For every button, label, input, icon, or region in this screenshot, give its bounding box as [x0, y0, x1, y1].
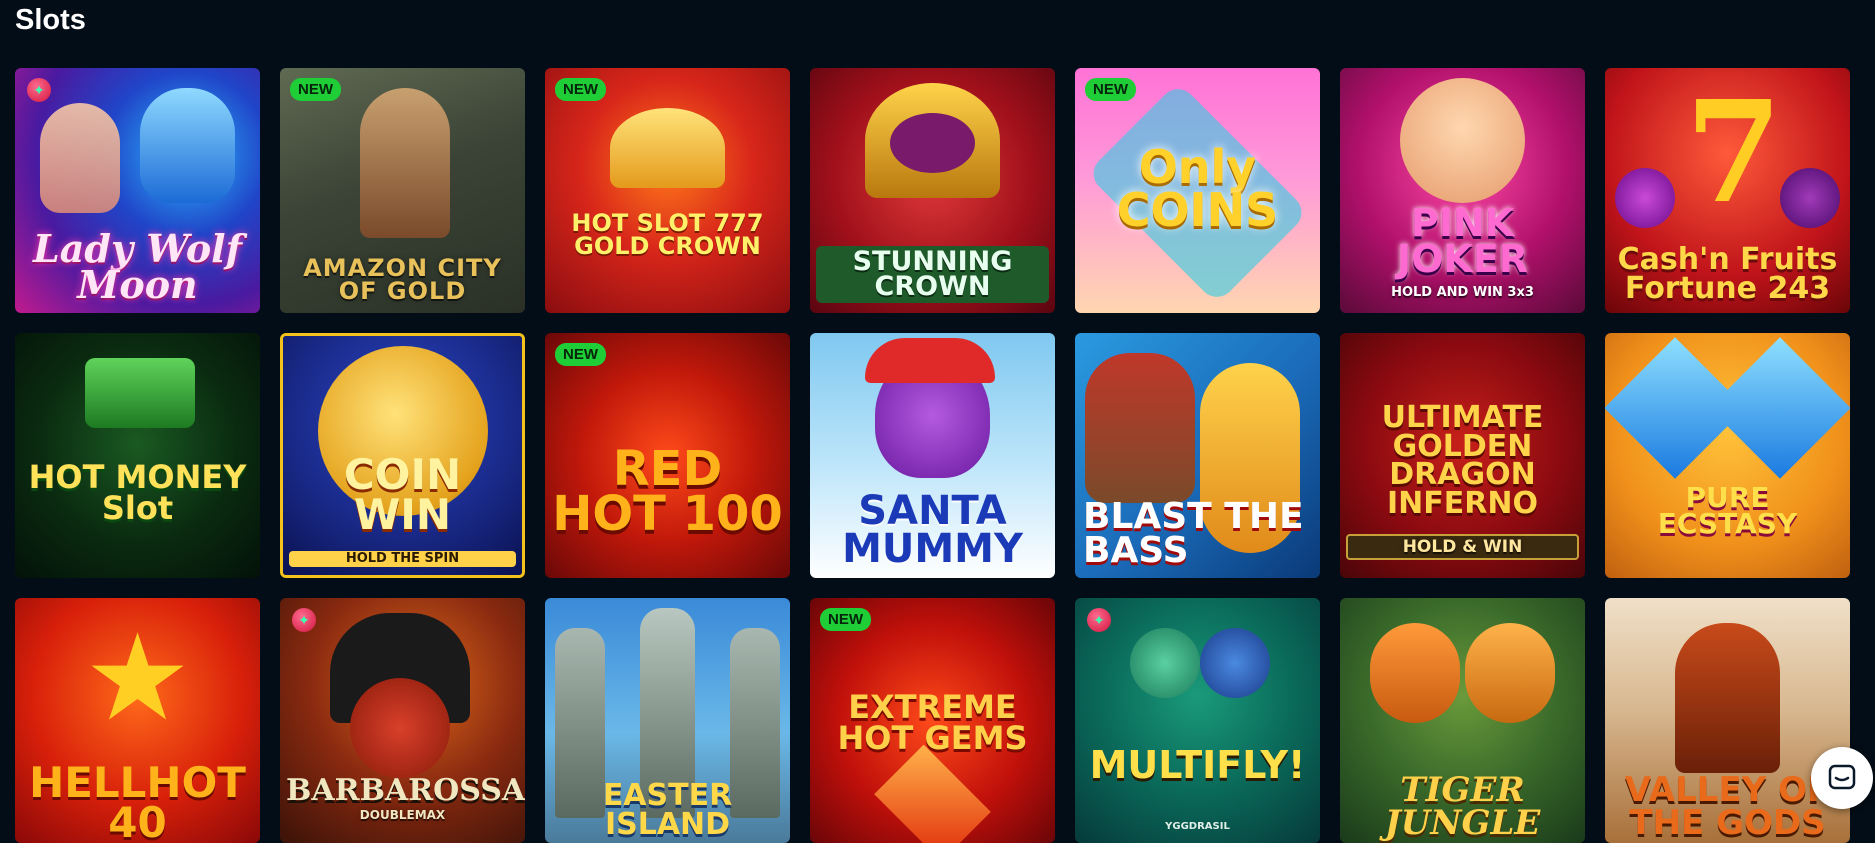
game-title: ULTIMATE GOLDEN DRAGON INFERNO	[1381, 400, 1544, 521]
chat-button[interactable]	[1811, 747, 1873, 809]
game-title: STUNNING CROWN	[816, 245, 1049, 303]
page-title: Slots	[15, 4, 86, 36]
game-title: AMAZON CITY OF GOLD	[303, 254, 502, 306]
new-badge: NEW	[820, 608, 871, 631]
game-subtitle: HOLD AND WIN 3x3	[1391, 284, 1534, 300]
game-tile-hot-money-slot[interactable]: HOT MONEY Slot	[15, 333, 260, 578]
game-tile-valley-of-the-gods[interactable]: VALLEY OF THE GODS	[1605, 598, 1850, 843]
game-title: VALLEY OF THE GODS	[1624, 770, 1831, 843]
game-title: SANTA MUMMY	[842, 488, 1023, 572]
gem-icon: ✦	[27, 78, 51, 102]
game-title: RED HOT 100	[552, 440, 783, 543]
slots-grid: ✦ Lady Wolf Moon NEW AMAZON CITY OF GOLD…	[15, 68, 1850, 843]
game-tile-santa-mummy[interactable]: SANTA MUMMY	[810, 333, 1055, 578]
game-tile-stunning-crown[interactable]: STUNNING CROWN	[810, 68, 1055, 313]
game-tile-coin-win[interactable]: COIN WIN HOLD THE SPIN	[280, 333, 525, 578]
game-title: Cash'n Fruits Fortune 243	[1617, 242, 1838, 306]
game-tile-barbarossa[interactable]: ✦ BARBAROSSA DOUBLEMAX	[280, 598, 525, 843]
game-subtitle: HOLD THE SPIN	[289, 550, 516, 567]
game-title: EASTER ISLAND	[602, 778, 733, 842]
game-tile-pink-joker[interactable]: PINK JOKER HOLD AND WIN 3x3	[1340, 68, 1585, 313]
game-tile-amazon-city-of-gold[interactable]: NEW AMAZON CITY OF GOLD	[280, 68, 525, 313]
game-tile-easter-island[interactable]: EASTER ISLAND	[545, 598, 790, 843]
game-tile-pure-ecstasy[interactable]: PURE ECSTASY	[1605, 333, 1850, 578]
game-title: PURE ECSTASY	[1657, 480, 1798, 541]
chat-icon	[1828, 764, 1856, 790]
game-title: HELLHOT 40	[29, 758, 246, 843]
new-badge: NEW	[555, 343, 606, 366]
game-title: COIN WIN	[343, 450, 462, 540]
game-subtitle: DOUBLEMAX	[359, 807, 446, 822]
game-tile-tiger-jungle[interactable]: TIGER JUNGLE	[1340, 598, 1585, 843]
game-title: HOT MONEY Slot	[28, 458, 247, 527]
game-title: PINK JOKER	[1396, 200, 1529, 281]
game-title: BLAST THE BASS	[1083, 495, 1304, 571]
game-tile-cash-n-fruits-fortune-243[interactable]: 7 Cash'n Fruits Fortune 243	[1605, 68, 1850, 313]
game-tile-only-coins[interactable]: NEW Only COINS	[1075, 68, 1320, 313]
gem-icon: ✦	[292, 608, 316, 632]
game-tile-lady-wolf-moon[interactable]: ✦ Lady Wolf Moon	[15, 68, 260, 313]
game-title: EXTREME HOT GEMS	[837, 688, 1028, 757]
new-badge: NEW	[555, 78, 606, 101]
game-tile-extreme-hot-gems[interactable]: NEW EXTREME HOT GEMS	[810, 598, 1055, 843]
game-tile-ultimate-golden-dragon-inferno[interactable]: ULTIMATE GOLDEN DRAGON INFERNO HOLD & WI…	[1340, 333, 1585, 578]
game-tile-blast-the-bass[interactable]: BLAST THE BASS	[1075, 333, 1320, 578]
game-tile-multifly[interactable]: ✦ MULTIFLY! YGGDRASIL	[1075, 598, 1320, 843]
game-tile-hot-slot-777-gold-crown[interactable]: NEW HOT SLOT 777 GOLD CROWN	[545, 68, 790, 313]
gem-icon: ✦	[1087, 608, 1111, 632]
game-tile-hellhot-40[interactable]: ★ HELLHOT 40	[15, 598, 260, 843]
game-subtitle: HOLD & WIN	[1346, 533, 1579, 560]
game-title: TIGER JUNGLE	[1384, 770, 1541, 843]
game-tile-red-hot-100[interactable]: NEW RED HOT 100	[545, 333, 790, 578]
new-badge: NEW	[1085, 78, 1136, 101]
new-badge: NEW	[290, 78, 341, 101]
game-title: Only COINS	[1116, 139, 1279, 238]
game-title: Lady Wolf Moon	[33, 225, 242, 307]
game-title: HOT SLOT 777 GOLD CROWN	[571, 209, 764, 261]
game-title: BARBAROSSA	[286, 772, 525, 808]
game-title: MULTIFLY!	[1089, 742, 1306, 787]
